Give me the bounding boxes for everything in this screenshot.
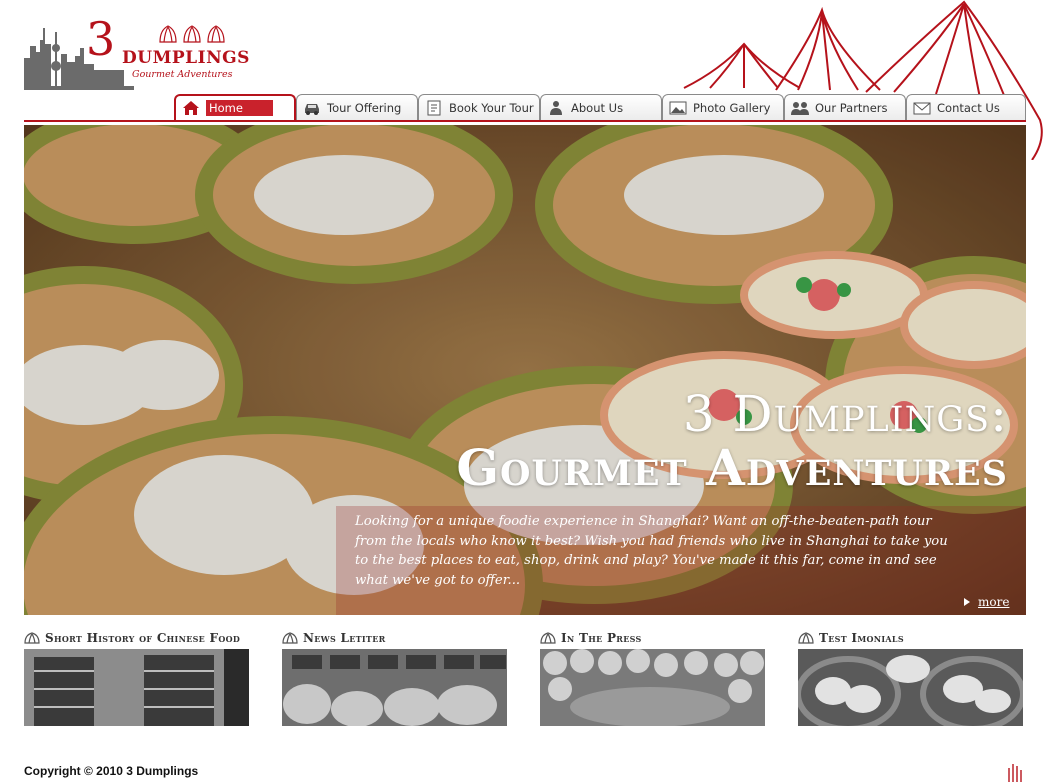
feature-in-the-press[interactable]: In The Press [540,629,766,726]
logo-title: DUMPLINGS [122,48,250,68]
feature-heading: News Letiter [303,631,386,645]
hero-title-line2: Gourmet Adventures [456,438,1008,497]
tab-label: Our Partners [815,100,888,115]
people-icon [791,100,809,116]
nav-divider [24,120,1026,122]
logo-number: 3 [86,12,116,66]
photo-icon [669,100,687,116]
hero-intro-text: Looking for a unique foodie experience i… [355,514,948,588]
site-logo[interactable]: 3 DUMPLINGS Gourmet Adventures [24,12,249,92]
home-icon [182,100,200,116]
tab-label: Tour Offering [327,100,402,115]
tab-label: Home [206,100,273,116]
copyright-text: Copyright © 2010 3 Dumplings [24,764,199,778]
car-icon [303,100,321,116]
feature-history[interactable]: Short History of Chinese Food [24,629,250,726]
chopsticks-icon [1008,764,1022,782]
hero-title-line1: 3 Dumplings: [682,385,1008,443]
tab-label: Contact Us [937,100,1000,115]
tab-tour-offering[interactable]: Tour Offering [296,94,418,120]
dumpling-icon [282,632,298,644]
tab-photo-gallery[interactable]: Photo Gallery [662,94,784,120]
hero-banner: 3 Dumplings: Gourmet Adventures Looking … [24,125,1026,615]
tab-label: Book Your Tour [449,100,534,115]
tab-contact-us[interactable]: Contact Us [906,94,1026,120]
more-link[interactable]: more [964,595,1009,609]
book-icon [425,100,443,116]
dumpling-icon [798,632,814,644]
tab-book-your-tour[interactable]: Book Your Tour [418,94,540,120]
feature-heading: Test Imonials [819,631,904,645]
shanghai-skyline-icon [24,28,134,90]
tab-label: Photo Gallery [693,100,771,115]
hero-title: 3 Dumplings: Gourmet Adventures [456,387,1008,495]
feature-testimonials[interactable]: Test Imonials [798,629,1024,726]
main-nav: Home Tour Offering Book Your Tour About … [174,94,1026,120]
logo-tagline: Gourmet Adventures [132,69,233,80]
feature-heading: Short History of Chinese Food [45,631,241,645]
steamer-stack-photo[interactable] [24,649,249,726]
feature-heading: In The Press [561,631,642,645]
tab-label: About Us [571,100,624,115]
dumpling-icon [540,632,556,644]
more-label: more [978,595,1010,609]
play-arrow-icon [964,598,970,606]
tab-home[interactable]: Home [174,94,296,120]
dumpling-icon [24,632,40,644]
feature-newsletter[interactable]: News Letiter [282,629,508,726]
person-icon [547,100,565,116]
envelope-icon [913,100,931,116]
tab-about-us[interactable]: About Us [540,94,662,120]
dim-sum-photo[interactable] [798,649,1023,726]
dumplings-tray-photo[interactable] [540,649,765,726]
market-spices-photo[interactable] [282,649,507,726]
tab-our-partners[interactable]: Our Partners [784,94,906,120]
